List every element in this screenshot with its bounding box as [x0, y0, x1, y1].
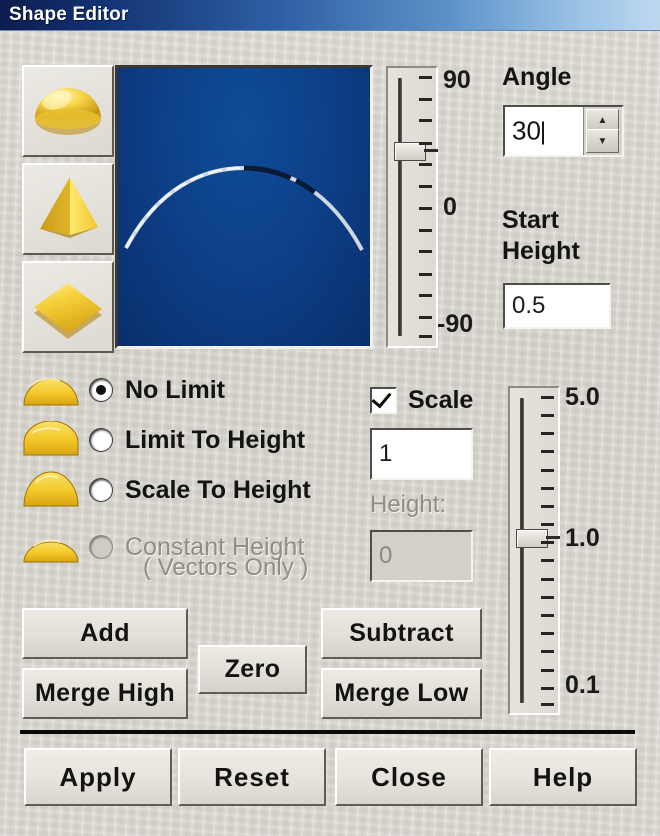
angle-slider[interactable] — [386, 66, 438, 348]
limit-option-no-limit[interactable]: No Limit — [20, 367, 225, 413]
diamond-icon — [34, 283, 102, 339]
dome-profile-icon — [20, 371, 82, 409]
profile-curve — [124, 165, 365, 252]
subtract-button[interactable]: Subtract — [321, 608, 482, 659]
scale-value: 1 — [379, 440, 393, 467]
text-caret — [541, 121, 544, 145]
angle-input-value[interactable]: 30 — [512, 116, 541, 146]
close-button[interactable]: Close — [335, 748, 483, 806]
merge-high-button[interactable]: Merge High — [22, 668, 188, 719]
angle-slider-max-label: 90 — [443, 66, 471, 94]
add-button[interactable]: Add — [22, 608, 188, 659]
footer-divider — [20, 730, 635, 734]
angle-decrement-button[interactable]: ▼ — [586, 129, 619, 153]
angle-label: Angle — [502, 63, 572, 91]
radio-limit-to-height[interactable] — [90, 429, 112, 451]
angle-slider-groove — [398, 78, 402, 336]
shape-preset-cone-button[interactable] — [22, 163, 114, 255]
radio-constant-height — [90, 536, 112, 558]
limit-option-limit-to-height[interactable]: Limit To Height — [20, 417, 305, 463]
merge-low-button[interactable]: Merge Low — [321, 668, 482, 719]
height-input-disabled: 0 — [370, 530, 473, 582]
pyramid-icon — [40, 177, 98, 238]
scale-slider-ticks — [540, 396, 554, 707]
check-icon — [371, 387, 392, 409]
scale-checkbox-label: Scale — [408, 386, 474, 414]
dome-profile-icon — [20, 528, 82, 566]
title-bar: Shape Editor — [0, 0, 660, 31]
dome-icon — [35, 88, 101, 135]
start-height-label-line1: Start — [502, 206, 559, 234]
limit-option-label: No Limit — [125, 375, 225, 404]
reset-button[interactable]: Reset — [178, 748, 326, 806]
angle-slider-min-label: -90 — [437, 310, 474, 338]
apply-button[interactable]: Apply — [24, 748, 172, 806]
help-button[interactable]: Help — [489, 748, 637, 806]
angle-spinner[interactable]: ▲ ▼ — [583, 107, 622, 155]
window-title: Shape Editor — [9, 4, 129, 25]
dome-profile-icon — [20, 471, 82, 509]
limit-option-sublabel: ( Vectors Only ) — [143, 554, 309, 581]
scale-checkbox-row[interactable]: Scale — [370, 386, 473, 415]
scale-slider-max-label: 5.0 — [565, 383, 600, 411]
scale-slider[interactable] — [508, 386, 560, 715]
shape-preset-plane-button[interactable] — [22, 261, 114, 353]
radio-scale-to-height[interactable] — [90, 479, 112, 501]
dome-profile-icon — [20, 420, 82, 459]
scale-checkbox[interactable] — [370, 387, 397, 414]
scale-value-input[interactable]: 1 — [370, 428, 473, 480]
scale-slider-mid-label: 1.0 — [565, 524, 600, 552]
zero-button[interactable]: Zero — [198, 645, 307, 694]
height-label: Height: — [370, 491, 447, 518]
scale-slider-groove — [520, 398, 524, 703]
height-value: 0 — [379, 542, 393, 569]
start-height-label-line2: Height — [502, 237, 580, 265]
shape-preset-dome-button[interactable] — [22, 65, 114, 157]
limit-option-label: Scale To Height — [125, 475, 311, 504]
limit-option-label: Limit To Height — [125, 425, 306, 454]
scale-slider-min-label: 0.1 — [565, 671, 600, 699]
start-height-value: 0.5 — [512, 292, 546, 319]
radio-no-limit[interactable] — [90, 379, 112, 401]
shape-editor-window: Shape Editor 90 0 -90 Angle 30 ▲ ▼ Start… — [0, 0, 660, 836]
angle-slider-ticks — [418, 76, 432, 339]
angle-spinbox[interactable]: 30 ▲ ▼ — [503, 105, 624, 157]
angle-slider-mid-label: 0 — [443, 193, 457, 221]
limit-option-scale-to-height[interactable]: Scale To Height — [20, 467, 311, 513]
shape-profile-preview[interactable] — [115, 65, 373, 349]
start-height-input[interactable]: 0.5 — [503, 283, 611, 329]
